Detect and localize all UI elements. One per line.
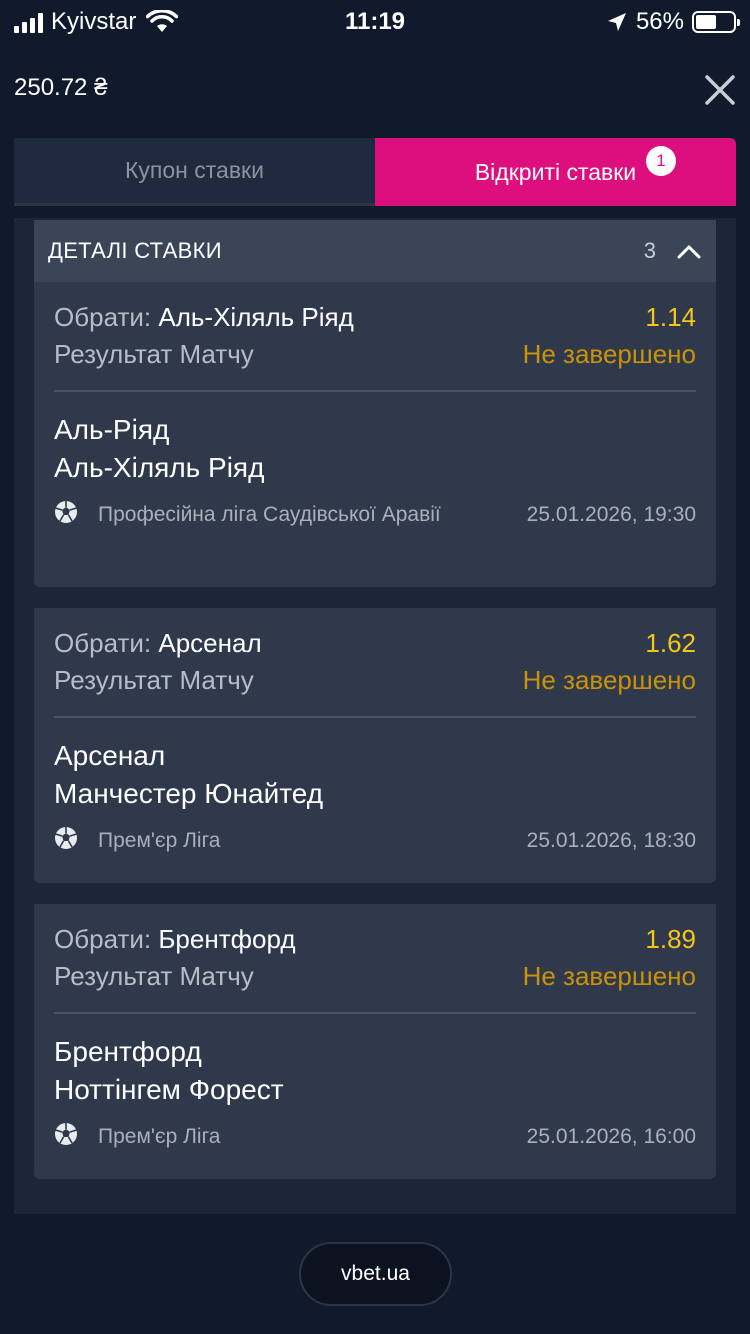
balance: 250.72 ₴ [14, 74, 108, 101]
chevron-up-icon[interactable] [676, 242, 702, 260]
team-away: Ноттінгем Форест [54, 1074, 284, 1105]
league-name: Професійна ліга Саудівської Аравії [98, 503, 441, 526]
divider [54, 716, 696, 718]
tab-open-bets[interactable]: Відкриті ставки 1 [375, 138, 736, 206]
bet-status: Не завершено [522, 665, 696, 695]
league-name: Прем'єр Ліга [98, 829, 221, 852]
tab-bar: Купон ставки Відкриті ставки 1 [14, 138, 736, 206]
bet-status: Не завершено [522, 339, 696, 369]
bet-details-header[interactable]: ДЕТАЛІ СТАВКИ 3 [34, 220, 716, 282]
status-bar: Kyivstar 11:19 56% [0, 0, 750, 42]
team-home: Аль-Ріяд [54, 414, 170, 445]
pick-line: Обрати: Аль-Хіляль Ріяд [54, 302, 354, 333]
tab-bet-coupon[interactable]: Купон ставки [14, 138, 375, 206]
tab-label: Купон ставки [125, 157, 264, 183]
tab-label: Відкриті ставки [474, 158, 637, 185]
event-datetime: 25.01.2026, 16:00 [526, 1125, 696, 1148]
pick-label: Обрати: [54, 302, 152, 332]
pick-label: Обрати: [54, 628, 152, 658]
team-home: Брентфорд [54, 1036, 202, 1067]
pick-name: Арсенал [158, 628, 262, 658]
battery-percent: 56% [635, 8, 684, 35]
bet-card: Обрати: Арсенал 1.62 Результат Матчу Не … [34, 608, 716, 883]
odds-value: 1.14 [645, 302, 696, 332]
odds-value: 1.89 [645, 924, 696, 954]
close-icon[interactable] [702, 72, 738, 108]
pick-name: Аль-Хіляль Ріяд [158, 302, 354, 332]
soccer-ball-icon [55, 501, 77, 523]
battery-icon [692, 11, 740, 33]
divider [54, 390, 696, 392]
bet-card: Обрати: Брентфорд 1.89 Результат Матчу Н… [34, 904, 716, 1179]
odds-value: 1.62 [645, 628, 696, 658]
event-datetime: 25.01.2026, 18:30 [526, 829, 696, 852]
site-url: vbet.ua [341, 1262, 410, 1285]
league-name: Прем'єр Ліга [98, 1125, 221, 1148]
soccer-ball-icon [55, 1123, 77, 1145]
pick-line: Обрати: Арсенал [54, 628, 262, 659]
selection-count: 3 [643, 238, 656, 263]
pick-label: Обрати: [54, 924, 152, 954]
pick-line: Обрати: Брентфорд [54, 924, 296, 955]
market-name: Результат Матчу [54, 339, 254, 369]
market-name: Результат Матчу [54, 665, 254, 695]
team-away: Аль-Хіляль Ріяд [54, 452, 265, 483]
bet-status: Не завершено [522, 961, 696, 991]
details-title: ДЕТАЛІ СТАВКИ [48, 238, 222, 263]
market-name: Результат Матчу [54, 961, 254, 991]
divider [54, 1012, 696, 1014]
bet-card: Обрати: Аль-Хіляль Ріяд 1.14 Результат М… [34, 282, 716, 587]
team-away: Манчестер Юнайтед [54, 778, 324, 809]
count-badge: 1 [646, 146, 676, 176]
team-home: Арсенал [54, 740, 166, 771]
event-datetime: 25.01.2026, 19:30 [526, 503, 696, 526]
soccer-ball-icon [55, 827, 77, 849]
location-arrow-icon [607, 13, 626, 31]
pick-name: Брентфорд [158, 924, 296, 954]
site-url-pill[interactable]: vbet.ua [299, 1242, 452, 1306]
